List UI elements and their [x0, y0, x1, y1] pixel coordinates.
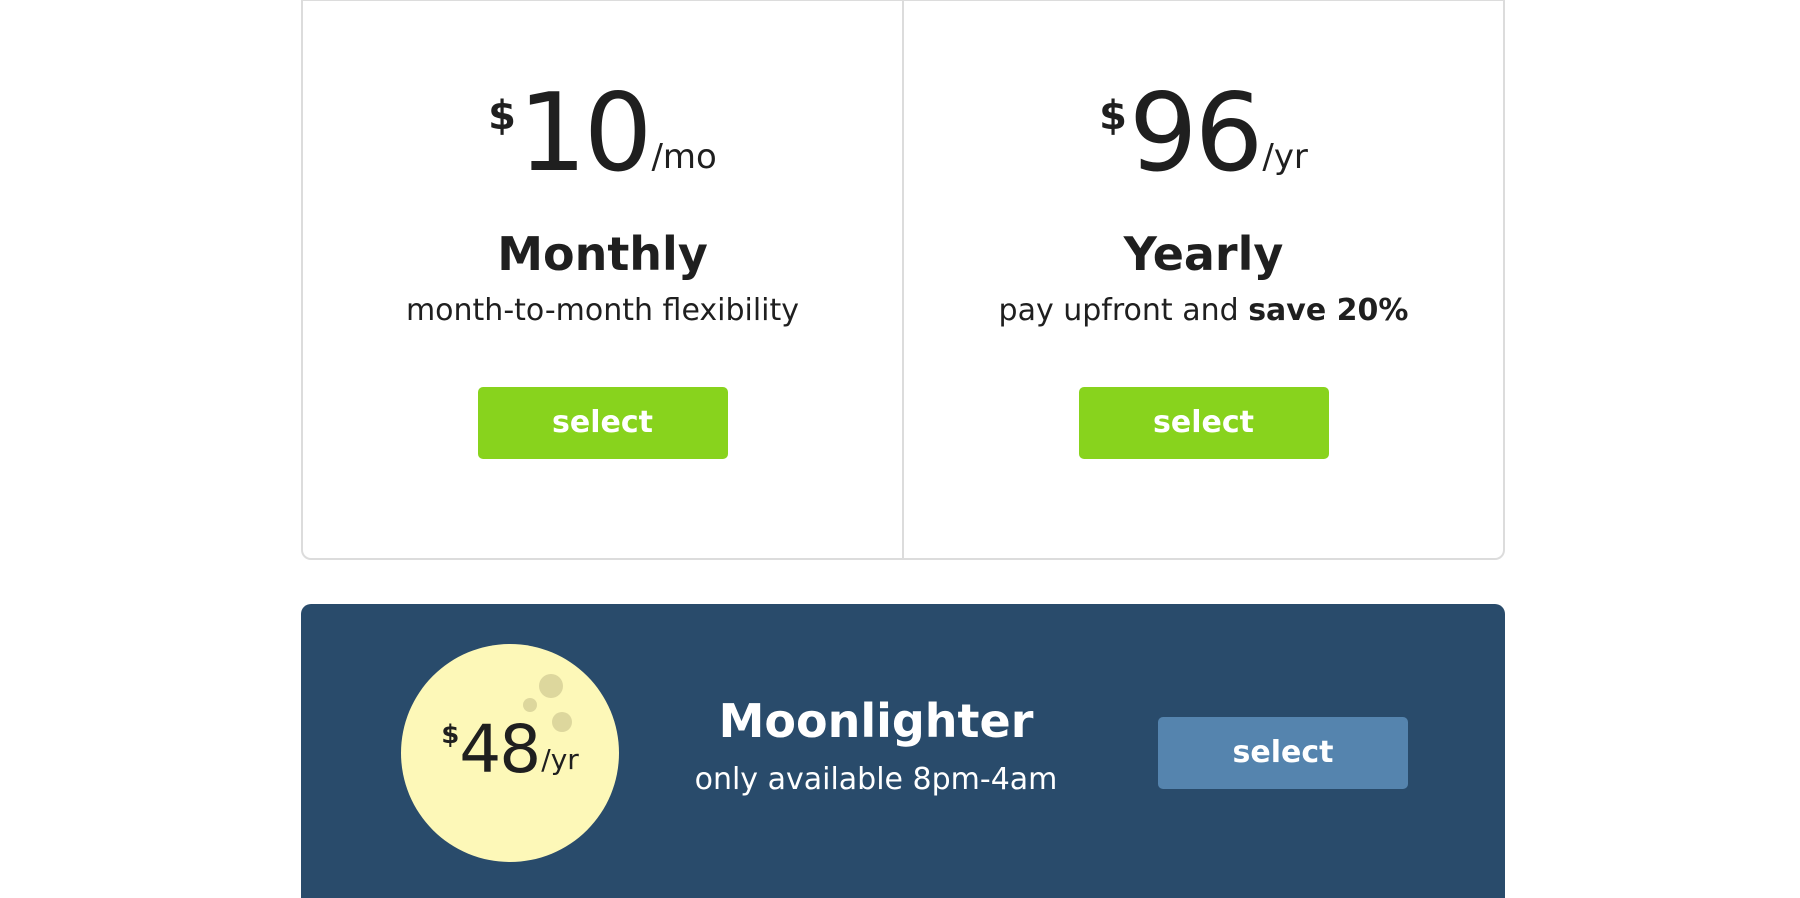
plan-yearly: $ 96 /yr Yearly pay upfront and save 20%… [902, 1, 1503, 558]
select-moonlighter-button[interactable]: select [1158, 717, 1408, 789]
plan-description-text: pay upfront and [998, 293, 1249, 328]
pricing-plans: $ 10 /mo Monthly month-to-month flexibil… [301, 0, 1505, 560]
price-period: /yr [1262, 137, 1308, 177]
moonlighter-price: $ 48 /yr [401, 714, 619, 786]
plan-description: pay upfront and save 20% [904, 293, 1503, 328]
moon-crater [523, 698, 537, 712]
currency-symbol: $ [441, 720, 460, 750]
monthly-price: $ 10 /mo [303, 79, 902, 189]
currency-symbol: $ [1099, 93, 1127, 139]
select-monthly-button[interactable]: select [477, 387, 728, 459]
plan-description: month-to-month flexibility [405, 293, 800, 328]
savings-highlight: save 20% [1248, 293, 1409, 328]
price-period: /mo [651, 137, 717, 177]
currency-symbol: $ [488, 93, 516, 139]
price-period: /yr [541, 743, 579, 776]
price-amount: 10 [518, 71, 652, 196]
plan-monthly: $ 10 /mo Monthly month-to-month flexibil… [303, 1, 902, 558]
select-yearly-button[interactable]: select [1078, 387, 1329, 459]
pricing-page: $ 10 /mo Monthly month-to-month flexibil… [0, 0, 1800, 898]
moon-crater [539, 674, 563, 698]
plan-name: Yearly [1123, 227, 1284, 281]
plan-name: Moonlighter [718, 694, 1034, 748]
plan-name: Monthly [497, 227, 708, 281]
price-amount: 96 [1128, 71, 1263, 196]
moonlighter-banner: $ 48 /yr Moonlighter only available 8pm-… [301, 604, 1505, 898]
price-amount: 48 [459, 711, 541, 788]
yearly-price: $ 96 /yr [904, 79, 1503, 189]
moon-icon: $ 48 /yr [401, 644, 619, 862]
plan-description: only available 8pm-4am [694, 762, 1058, 797]
